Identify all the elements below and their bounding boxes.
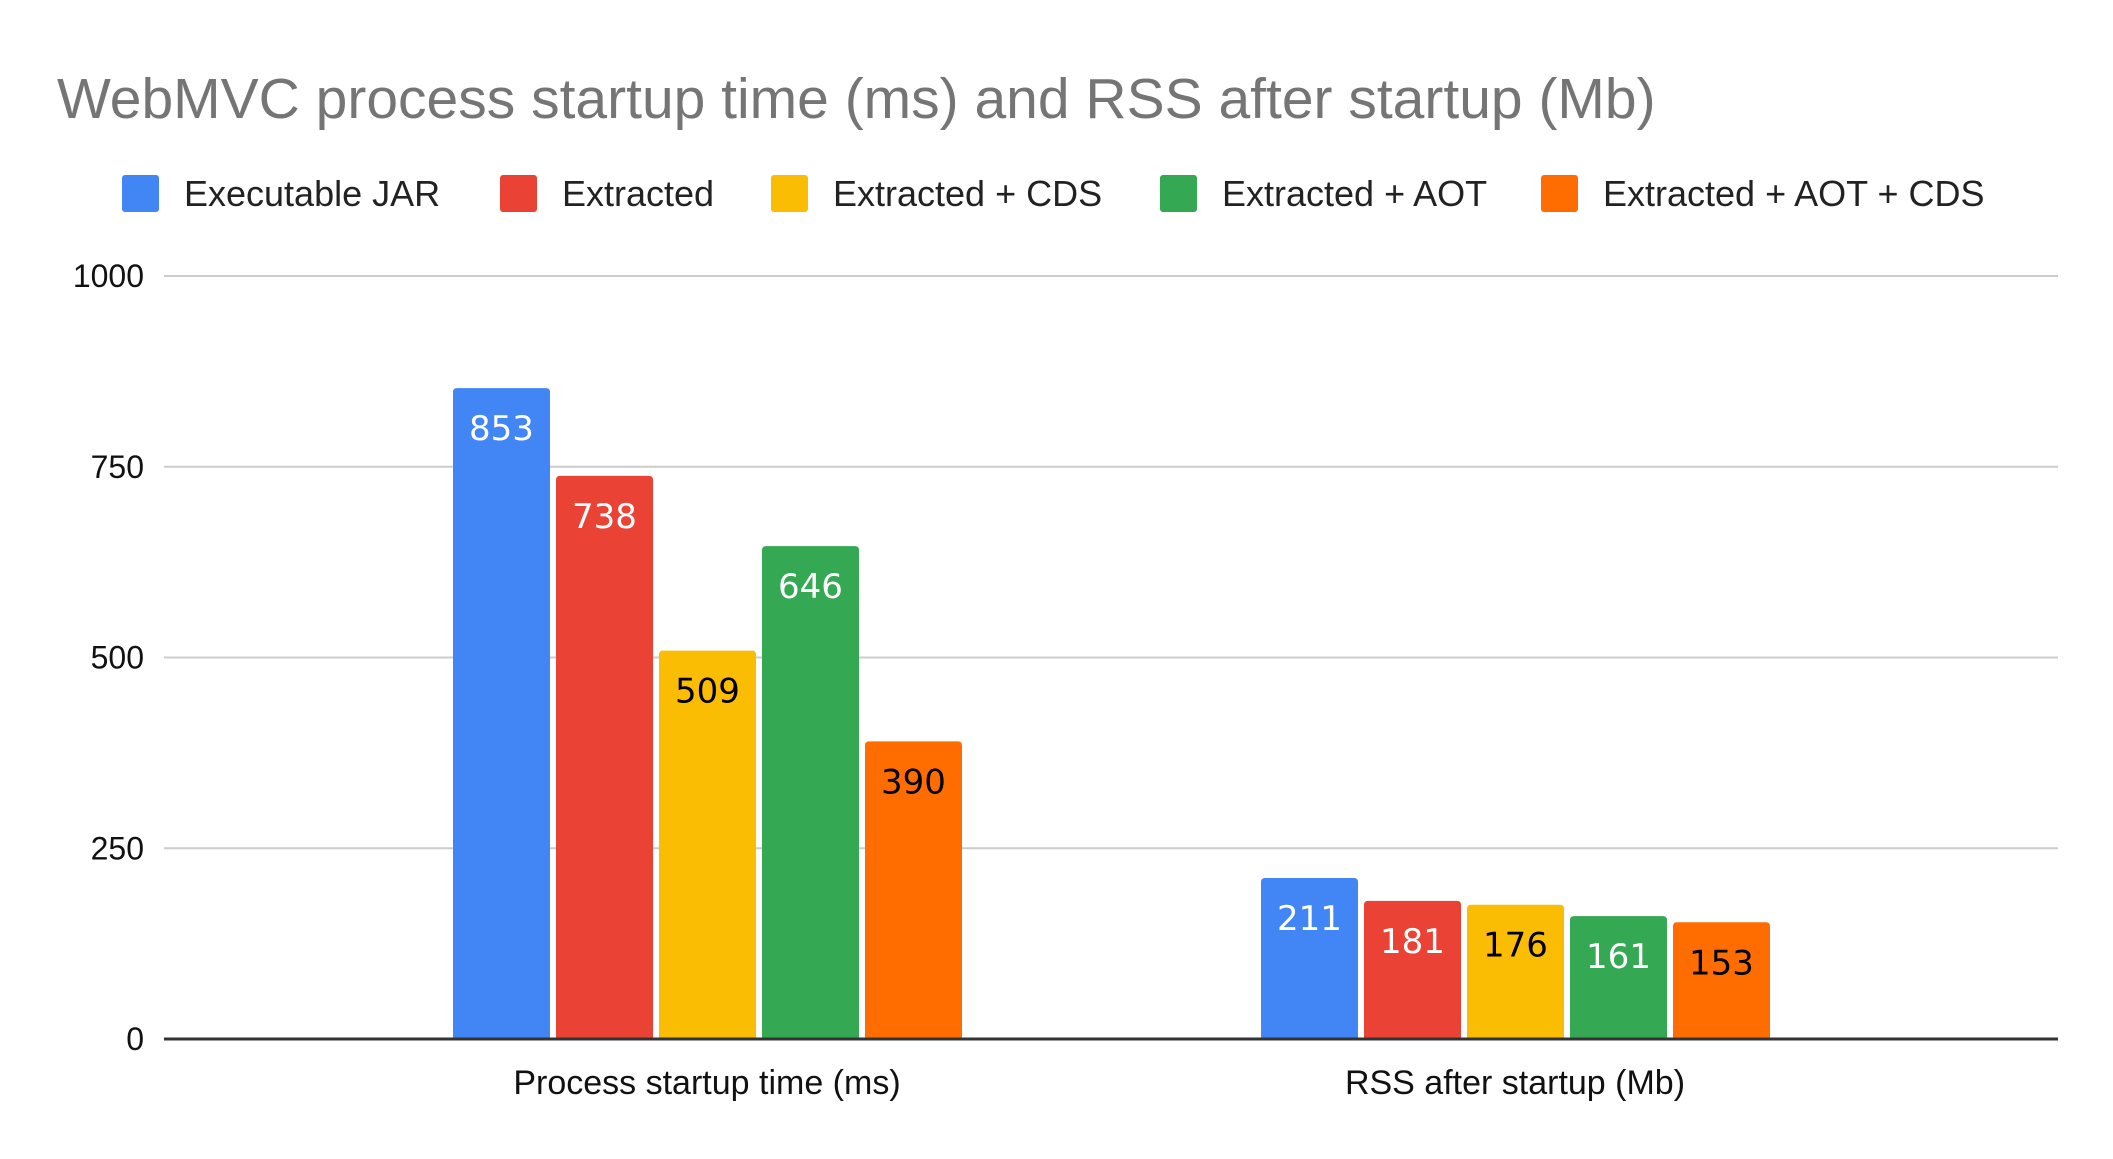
bar[interactable]	[453, 388, 550, 1039]
bar-value-label: 181	[1380, 922, 1445, 962]
x-category-label: Process startup time (ms)	[513, 1064, 900, 1102]
bar-value-label: 646	[778, 567, 843, 607]
bar[interactable]	[556, 475, 653, 1039]
bar-value-label: 211	[1277, 899, 1342, 939]
gridlines	[164, 275, 2058, 850]
y-tick-label: 750	[91, 449, 144, 485]
legend: Executable JAR Extracted Extracted + CDS Ex…	[122, 173, 1985, 214]
bar-value-label: 853	[469, 409, 534, 449]
legend-item[interactable]: Extracted + AOT	[1160, 173, 1487, 214]
legend-swatch	[1541, 175, 1578, 212]
x-axis-categories: Process startup time (ms) RSS after start…	[513, 1064, 1685, 1102]
bar[interactable]	[762, 546, 859, 1039]
legend-item[interactable]: Extracted	[500, 173, 714, 214]
bar-value-label: 153	[1689, 943, 1754, 983]
legend-item[interactable]: Extracted + AOT + CDS	[1541, 173, 1985, 214]
bar-value-label: 176	[1483, 926, 1548, 966]
bar-value-label: 738	[572, 497, 637, 537]
y-tick-label: 0	[126, 1021, 144, 1057]
legend-label: Extracted	[562, 173, 714, 214]
y-tick-label: 500	[91, 640, 144, 676]
y-axis-ticks: 0 250 500 750 1000	[73, 258, 144, 1057]
legend-swatch	[500, 175, 537, 212]
chart: WebMVC process startup time (ms) and RSS…	[57, 67, 2058, 1102]
y-tick-label: 250	[91, 830, 144, 866]
bar-value-label: 161	[1586, 937, 1651, 977]
legend-item[interactable]: Extracted + CDS	[771, 173, 1102, 214]
bar-value-label: 509	[675, 672, 740, 712]
legend-label: Extracted + AOT	[1222, 173, 1487, 214]
legend-label: Executable JAR	[184, 173, 440, 214]
legend-swatch	[771, 175, 808, 212]
bars	[453, 388, 1770, 1039]
legend-swatch	[1160, 175, 1197, 212]
y-tick-label: 1000	[73, 258, 144, 294]
legend-label: Extracted + CDS	[833, 173, 1102, 214]
chart-title: WebMVC process startup time (ms) and RSS…	[57, 67, 1656, 131]
legend-label: Extracted + AOT + CDS	[1603, 173, 1985, 214]
legend-swatch	[122, 175, 159, 212]
x-category-label: RSS after startup (Mb)	[1345, 1064, 1685, 1102]
legend-item[interactable]: Executable JAR	[122, 173, 440, 214]
bar-value-label: 390	[881, 762, 946, 802]
bar[interactable]	[1570, 916, 1667, 1039]
